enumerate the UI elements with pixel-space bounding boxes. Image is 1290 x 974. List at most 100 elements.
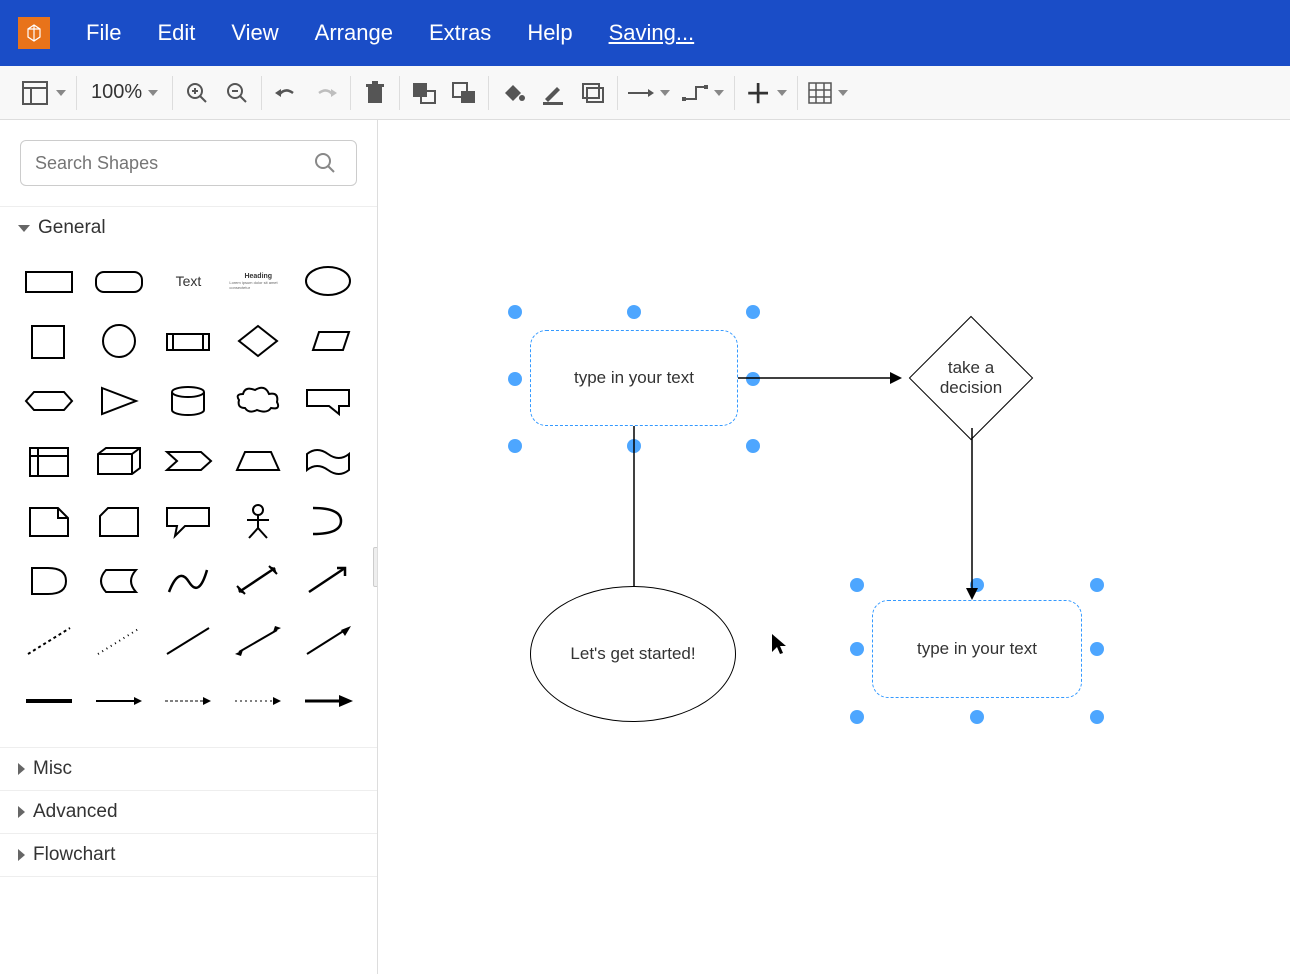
category-general[interactable]: General [0, 206, 377, 249]
canvas-node-rounded-rect-2[interactable]: type in your text [872, 600, 1082, 698]
shadow-button[interactable] [579, 75, 607, 111]
shape-parallelogram[interactable] [299, 319, 357, 363]
category-label: General [38, 217, 106, 239]
selection-handle[interactable] [1090, 642, 1104, 656]
shape-note[interactable] [20, 499, 78, 543]
category-misc[interactable]: Misc [0, 747, 377, 790]
selection-handle[interactable] [627, 305, 641, 319]
selection-handle[interactable] [508, 439, 522, 453]
shape-text[interactable]: Text [160, 259, 218, 303]
zoom-in-button[interactable] [183, 75, 211, 111]
shape-tape[interactable] [299, 439, 357, 483]
shape-or[interactable] [299, 499, 357, 543]
selection-handle[interactable] [746, 439, 760, 453]
shape-step[interactable] [160, 439, 218, 483]
category-advanced[interactable]: Advanced [0, 790, 377, 833]
shape-dotted-line[interactable] [90, 619, 148, 663]
shape-actor[interactable] [229, 499, 287, 543]
selection-handle[interactable] [970, 578, 984, 592]
canvas-node-diamond[interactable]: take a decision [903, 328, 1039, 428]
menu-extras[interactable]: Extras [429, 20, 491, 46]
chevron-down-icon [18, 225, 30, 232]
to-front-button[interactable] [410, 75, 438, 111]
shape-dashed-line[interactable] [20, 619, 78, 663]
insert-dropdown[interactable]: ＋ [745, 75, 787, 111]
category-label: Advanced [33, 801, 118, 823]
shape-square[interactable] [20, 319, 78, 363]
canvas[interactable]: type in your text take a decision Let's … [378, 120, 1290, 974]
menu-arrange[interactable]: Arrange [315, 20, 393, 46]
shape-textbox[interactable]: HeadingLorem ipsum dolor sit amet consec… [229, 259, 287, 303]
line-color-button[interactable] [539, 75, 567, 111]
redo-button[interactable] [312, 75, 340, 111]
chevron-down-icon [660, 90, 670, 96]
shape-cube[interactable] [90, 439, 148, 483]
undo-button[interactable] [272, 75, 300, 111]
app-logo[interactable] [18, 17, 50, 49]
to-back-button[interactable] [450, 75, 478, 111]
selection-handle[interactable] [850, 642, 864, 656]
menu-view[interactable]: View [231, 20, 278, 46]
node-text: type in your text [574, 368, 694, 388]
shape-internal-storage[interactable] [20, 439, 78, 483]
chevron-down-icon [148, 90, 158, 96]
shape-bidirectional-connector[interactable] [229, 619, 287, 663]
panels-button[interactable] [22, 75, 66, 111]
waypoints-dropdown[interactable] [682, 75, 724, 111]
selection-handle[interactable] [1090, 578, 1104, 592]
shape-triangle[interactable] [90, 379, 148, 423]
delete-button[interactable] [361, 75, 389, 111]
shape-callout[interactable] [160, 499, 218, 543]
status-saving[interactable]: Saving... [609, 20, 695, 46]
selection-handle[interactable] [850, 578, 864, 592]
shape-link-arrow4[interactable] [299, 679, 357, 723]
shape-ellipse[interactable] [299, 259, 357, 303]
menu-file[interactable]: File [86, 20, 121, 46]
shape-rectangle[interactable] [20, 259, 78, 303]
search-shapes-input[interactable] [20, 140, 357, 186]
connection-dropdown[interactable] [628, 75, 670, 111]
canvas-node-ellipse[interactable]: Let's get started! [530, 586, 736, 722]
canvas-node-rounded-rect-1[interactable]: type in your text [530, 330, 738, 426]
selection-handle[interactable] [746, 372, 760, 386]
zoom-level: 100% [91, 81, 142, 104]
selection-handle[interactable] [627, 439, 641, 453]
text-shape-label: Text [176, 273, 202, 289]
shape-link-arrow2[interactable] [160, 679, 218, 723]
shape-trapezoid[interactable] [229, 439, 287, 483]
shape-diamond[interactable] [229, 319, 287, 363]
selection-handle[interactable] [850, 710, 864, 724]
shape-link-arrow3[interactable] [229, 679, 287, 723]
selection-handle[interactable] [970, 710, 984, 724]
shape-cloud[interactable] [229, 379, 287, 423]
node-text: Let's get started! [570, 644, 695, 664]
shape-link-arrow1[interactable] [90, 679, 148, 723]
shape-card[interactable] [90, 499, 148, 543]
chevron-right-icon [18, 763, 25, 775]
selection-handle[interactable] [508, 372, 522, 386]
category-flowchart[interactable]: Flowchart [0, 833, 377, 877]
shape-hexagon[interactable] [20, 379, 78, 423]
fill-color-button[interactable] [499, 75, 527, 111]
shape-arrow[interactable] [299, 559, 357, 603]
shape-line[interactable] [160, 619, 218, 663]
shape-and[interactable] [20, 559, 78, 603]
shape-link-simple[interactable] [20, 679, 78, 723]
shape-callout-rect[interactable] [299, 379, 357, 423]
shape-process[interactable] [160, 319, 218, 363]
shape-circle[interactable] [90, 319, 148, 363]
selection-handle[interactable] [1090, 710, 1104, 724]
shape-curve[interactable] [160, 559, 218, 603]
zoom-dropdown[interactable]: 100% [87, 81, 162, 104]
table-dropdown[interactable] [808, 75, 848, 111]
menu-edit[interactable]: Edit [157, 20, 195, 46]
shape-directional-connector[interactable] [299, 619, 357, 663]
shape-bidirectional-arrow[interactable] [229, 559, 287, 603]
selection-handle[interactable] [508, 305, 522, 319]
shape-rounded-rectangle[interactable] [90, 259, 148, 303]
zoom-out-button[interactable] [223, 75, 251, 111]
shape-data-storage[interactable] [90, 559, 148, 603]
shape-cylinder[interactable] [160, 379, 218, 423]
selection-handle[interactable] [746, 305, 760, 319]
menu-help[interactable]: Help [527, 20, 572, 46]
